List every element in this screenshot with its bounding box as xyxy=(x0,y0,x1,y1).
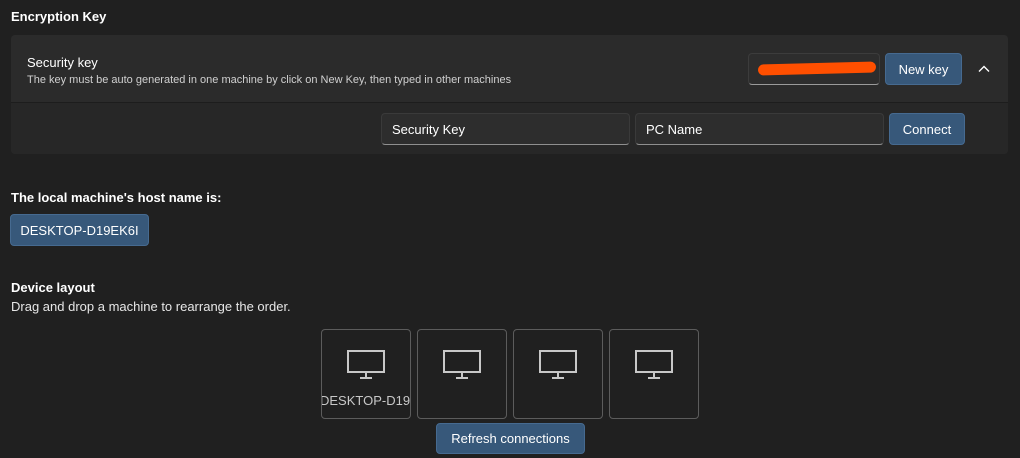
monitor-icon xyxy=(443,350,481,379)
monitor-icon xyxy=(539,350,577,379)
collapse-chevron-button[interactable] xyxy=(973,58,995,80)
security-key-input[interactable]: Security Key xyxy=(381,113,630,145)
new-key-button[interactable]: New key xyxy=(885,53,962,85)
security-key-placeholder: Security Key xyxy=(392,122,465,137)
device-layout-title: Device layout xyxy=(11,280,95,295)
security-key-title: Security key xyxy=(27,55,98,70)
device-slot-1[interactable]: DESKTOP-D19EK xyxy=(321,329,411,419)
monitor-icon xyxy=(347,350,385,379)
refresh-connections-button[interactable]: Refresh connections xyxy=(436,423,585,454)
host-name-label: The local machine's host name is: xyxy=(11,190,222,205)
chevron-up-icon xyxy=(978,65,990,72)
pc-name-placeholder: PC Name xyxy=(646,122,703,137)
device-layout-description: Drag and drop a machine to rearrange the… xyxy=(11,299,291,314)
pc-name-input[interactable]: PC Name xyxy=(635,113,884,145)
monitor-icon xyxy=(635,350,673,379)
encryption-key-section-title: Encryption Key xyxy=(11,9,107,24)
device-slot-4[interactable] xyxy=(609,329,699,419)
host-name-button[interactable]: DESKTOP-D19EK6I xyxy=(10,214,149,246)
device-slot-3[interactable] xyxy=(513,329,603,419)
security-key-description: The key must be auto generated in one ma… xyxy=(27,74,512,86)
connect-button[interactable]: Connect xyxy=(889,113,965,145)
device-name: DESKTOP-D19EK xyxy=(322,393,411,408)
device-slot-2[interactable] xyxy=(417,329,507,419)
